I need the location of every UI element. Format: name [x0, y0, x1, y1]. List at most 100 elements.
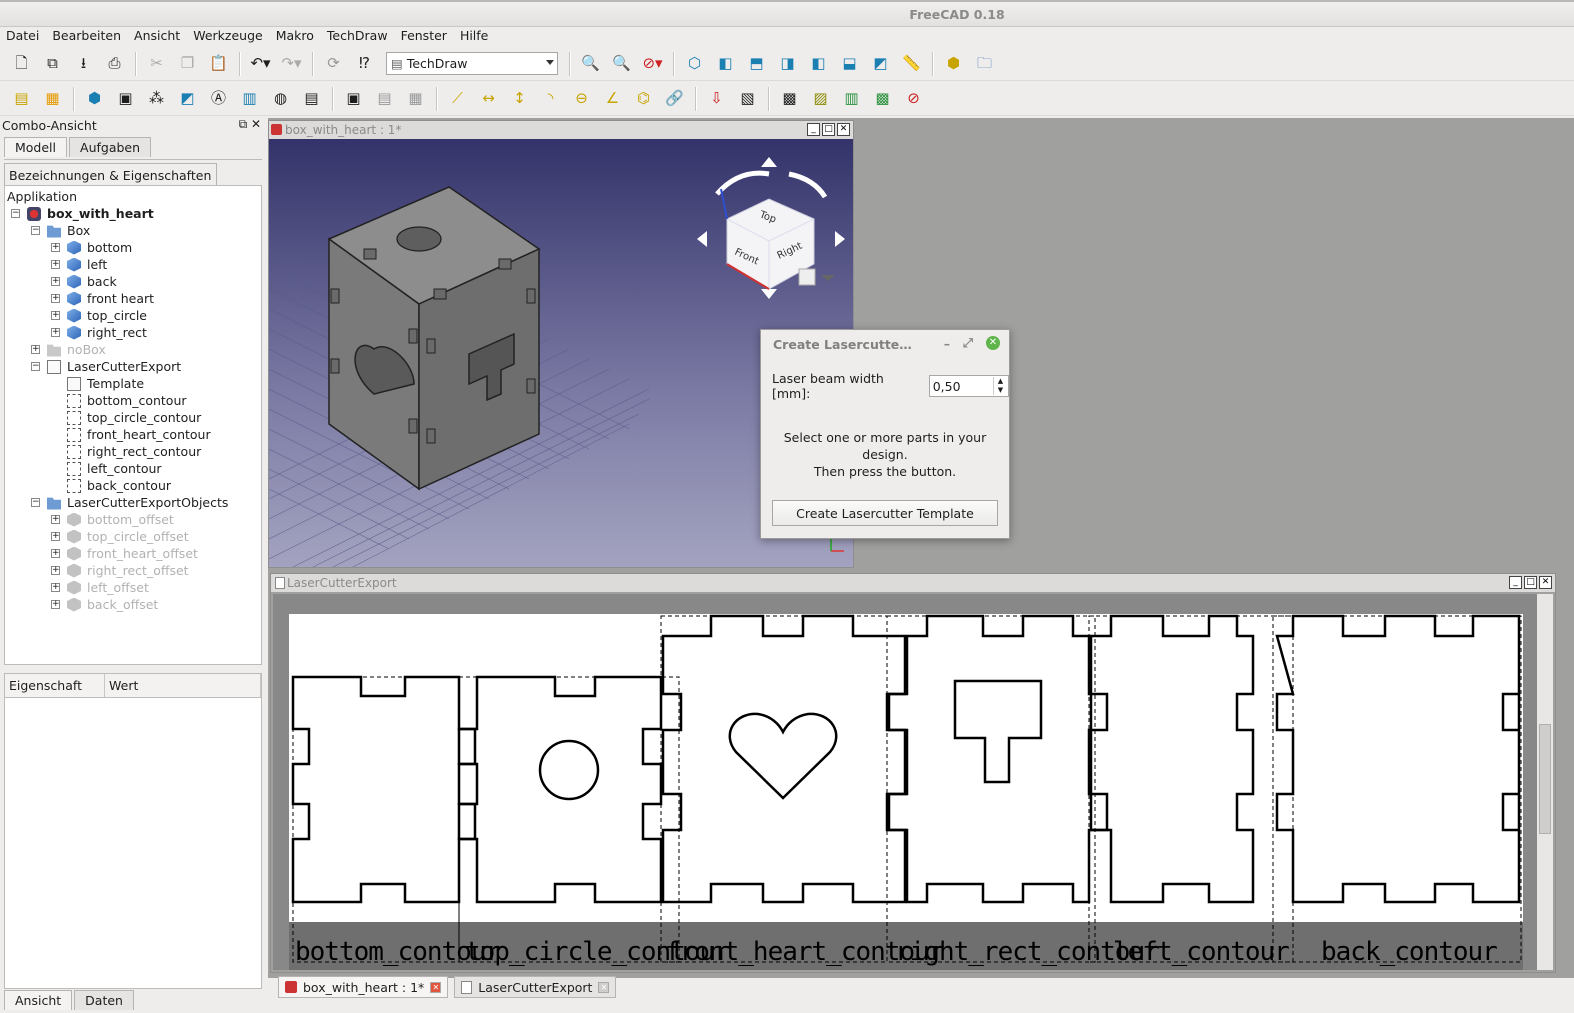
expand-icon[interactable]: +	[51, 532, 60, 541]
menu-makro[interactable]: Makro	[276, 27, 314, 47]
tree-item-bottom-contour[interactable]: bottom_contour	[51, 392, 187, 409]
clip-icon[interactable]: ▥	[237, 86, 263, 112]
tree-item-left[interactable]: + left	[51, 256, 107, 273]
redo-icon[interactable]: ↷▾	[279, 51, 305, 77]
angle-dimension-icon[interactable]: ∠	[600, 86, 626, 112]
tree-item-template[interactable]: Template	[51, 375, 144, 392]
insert-view-icon[interactable]: ⬢	[82, 86, 108, 112]
geometric-hatch-icon[interactable]: ▨	[808, 86, 834, 112]
tab-aufgaben[interactable]: Aufgaben	[69, 137, 152, 157]
tree-item-front-heart-offset[interactable]: + front_heart_offset	[51, 545, 198, 562]
arch-view-icon[interactable]: ▤	[372, 86, 398, 112]
drawing-canvas[interactable]: bottom_contour top_circle_contour front_…	[273, 594, 1537, 970]
tree-item-box-with-heart[interactable]: − box_with_heart	[11, 205, 154, 222]
collapse-icon[interactable]: −	[31, 362, 40, 371]
active-view-icon[interactable]: ▣	[113, 86, 139, 112]
part-icon[interactable]: ⬢	[941, 51, 967, 77]
menu-werkzeuge[interactable]: Werkzeuge	[193, 27, 263, 47]
radius-dimension-icon[interactable]: ◝	[538, 86, 564, 112]
menu-bearbeiten[interactable]: Bearbeiten	[52, 27, 121, 47]
draw-style-icon[interactable]: ⊘▾	[640, 51, 666, 77]
open-icon[interactable]: ⧉	[40, 51, 66, 77]
save-icon[interactable]: ⭳	[71, 51, 97, 77]
image-icon[interactable]: ▥	[839, 86, 865, 112]
horizontal-dimension-icon[interactable]: ↔	[476, 86, 502, 112]
three-point-angle-icon[interactable]: ⌬	[631, 86, 657, 112]
expand-icon[interactable]: +	[51, 515, 60, 524]
view-rear-icon[interactable]: ◧	[806, 51, 832, 77]
tree-item-top-circle[interactable]: + top_circle	[51, 307, 147, 324]
length-dimension-icon[interactable]: ⟋	[445, 86, 471, 112]
stop-icon[interactable]: ⊘	[901, 86, 927, 112]
tree-item-right-rect-contour[interactable]: right_rect_contour	[51, 443, 201, 460]
menu-ansicht[interactable]: Ansicht	[134, 27, 180, 47]
export-svg-icon[interactable]: ⇩	[704, 86, 730, 112]
expand-icon[interactable]: +	[51, 583, 60, 592]
tab-ansicht[interactable]: Ansicht	[4, 990, 73, 1010]
doc-tab-box-with-heart[interactable]: box_with_heart : 1* ✕	[278, 976, 449, 998]
new-document-icon[interactable]: 🗋	[9, 51, 35, 77]
close-icon[interactable]: ✕	[837, 123, 850, 136]
tree-item-top-circle-contour[interactable]: top_circle_contour	[51, 409, 201, 426]
diameter-dimension-icon[interactable]: ⊖	[569, 86, 595, 112]
new-page-icon[interactable]: ▤	[9, 86, 35, 112]
maximize-icon[interactable]: □	[1524, 576, 1537, 589]
view3d-titlebar[interactable]: box_with_heart : 1* _ □ ✕	[269, 121, 853, 139]
menu-fenster[interactable]: Fenster	[401, 27, 447, 47]
spreadsheet-view-icon[interactable]: ▤	[299, 86, 325, 112]
workbench-select[interactable]: ▤ TechDraw	[386, 52, 558, 75]
view-right-icon[interactable]: ◨	[775, 51, 801, 77]
undo-icon[interactable]: ↶▾	[248, 51, 274, 77]
view-top-icon[interactable]: ⬒	[744, 51, 770, 77]
vertical-scrollbar[interactable]	[1537, 594, 1553, 970]
prop-col-name[interactable]: Eigenschaft	[5, 674, 105, 697]
measure-icon[interactable]: 📏	[899, 51, 925, 77]
tree-item-nobox[interactable]: + noBox	[31, 341, 106, 358]
drawing-titlebar[interactable]: LaserCutterExport _ □ ✕	[271, 574, 1555, 592]
minimize-icon[interactable]: _	[1509, 576, 1522, 589]
detail-view-icon[interactable]: ▦	[403, 86, 429, 112]
tree-item-left-offset[interactable]: + left_offset	[51, 579, 149, 596]
view-bottom-icon[interactable]: ⬓	[837, 51, 863, 77]
vertical-dimension-icon[interactable]: ↕	[507, 86, 533, 112]
collapse-icon[interactable]: −	[31, 498, 40, 507]
expand-icon[interactable]: +	[51, 243, 60, 252]
expand-icon[interactable]: +	[51, 277, 60, 286]
print-icon[interactable]: ⎙	[102, 51, 128, 77]
menu-datei[interactable]: Datei	[6, 27, 39, 47]
tree-item-lasercutterexportobjects[interactable]: − LaserCutterExportObjects	[31, 494, 228, 511]
menu-hilfe[interactable]: Hilfe	[460, 27, 488, 47]
close-tab-icon[interactable]: ✕	[598, 981, 610, 993]
tree-item-front-heart[interactable]: + front heart	[51, 290, 154, 307]
annotation-icon[interactable]: Ⓐ	[206, 86, 232, 112]
doc-tab-lasercutterexport[interactable]: LaserCutterExport ✕	[454, 976, 617, 998]
view-left-icon[interactable]: ◩	[868, 51, 894, 77]
tree-item-left-contour[interactable]: left_contour	[51, 460, 162, 477]
projection-group-icon[interactable]: ⁂	[144, 86, 170, 112]
expand-icon[interactable]: +	[31, 345, 40, 354]
symbol-icon[interactable]: ◍	[268, 86, 294, 112]
combo-controls[interactable]: ⧉ ✕	[239, 117, 261, 132]
tree-item-lasercutterexport[interactable]: − LaserCutterExport	[31, 358, 181, 375]
tree-header[interactable]: Bezeichnungen & Eigenschaften	[4, 163, 217, 187]
menu-techdraw[interactable]: TechDraw	[327, 27, 388, 47]
close-icon[interactable]: ✕	[1539, 576, 1552, 589]
export-dxf-icon[interactable]: ▧	[735, 86, 761, 112]
hatch-icon[interactable]: ▩	[777, 86, 803, 112]
tree-item-back[interactable]: + back	[51, 273, 117, 290]
minimize-icon[interactable]: _	[807, 123, 820, 136]
toggle-frames-icon[interactable]: ▩	[870, 86, 896, 112]
restore-icon[interactable]: ⤢	[963, 335, 973, 351]
draft-view-icon[interactable]: ▣	[341, 86, 367, 112]
navigation-cube[interactable]: Top Front Right	[697, 157, 845, 299]
zoom-selection-icon[interactable]: 🔍	[609, 51, 635, 77]
tree-item-box[interactable]: − Box	[31, 222, 90, 239]
section-view-icon[interactable]: ◩	[175, 86, 201, 112]
expand-icon[interactable]: +	[51, 600, 60, 609]
minimize-icon[interactable]: –	[944, 336, 950, 351]
spinbox-arrows-icon[interactable]: ▲ ▼	[993, 377, 1007, 395]
new-page-template-icon[interactable]: ▦	[40, 86, 66, 112]
expand-icon[interactable]: +	[51, 328, 60, 337]
refresh-icon[interactable]: ⟳	[321, 51, 347, 77]
tree-item-right-rect[interactable]: + right_rect	[51, 324, 147, 341]
